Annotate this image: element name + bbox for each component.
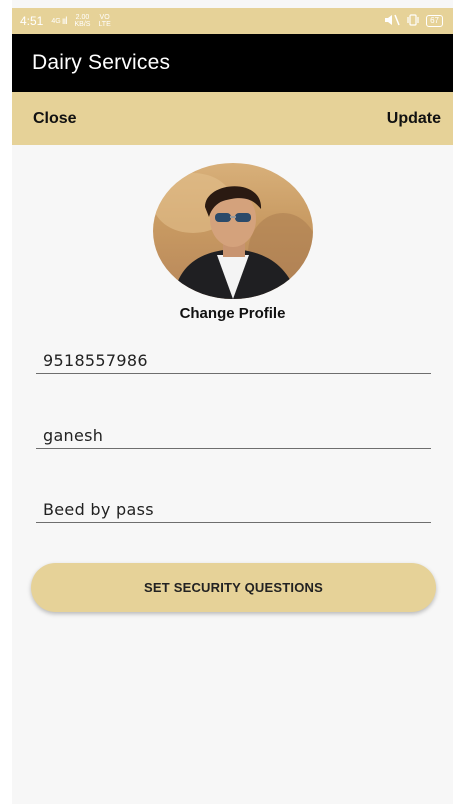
mute-icon (384, 14, 400, 29)
net-speed-unit: KB/S (74, 21, 91, 28)
app-title: Dairy Services (32, 51, 171, 74)
name-field[interactable]: ganesh (36, 421, 431, 449)
action-bar: Close Update (12, 92, 453, 145)
volte-bottom: LTE (98, 21, 111, 28)
volte-top: VO (99, 14, 110, 21)
volte-icon: VO LTE (98, 14, 110, 28)
signal-bars: ııl (61, 15, 68, 27)
phone-field[interactable]: 9518557986 (36, 346, 431, 374)
address-field[interactable]: Beed by pass (36, 495, 431, 523)
status-time: 4:51 (20, 14, 44, 28)
profile-avatar[interactable] (153, 163, 313, 299)
status-right: 67 (384, 13, 443, 29)
vibrate-icon (406, 13, 420, 29)
status-left: 4:51 4G ııl 2.00 KB/S VO LTE (20, 14, 111, 28)
net-speed-value: 2.00 (75, 14, 90, 21)
close-button[interactable]: Close (33, 110, 77, 128)
status-bar: 4:51 4G ııl 2.00 KB/S VO LTE 67 (12, 8, 453, 34)
app-screen: 4:51 4G ııl 2.00 KB/S VO LTE 67 Dairy Se… (12, 0, 453, 804)
battery-icon: 67 (426, 15, 443, 27)
net-speed: 2.00 KB/S (74, 14, 90, 28)
avatar-photo (153, 173, 313, 299)
signal-type: 4G (51, 17, 61, 25)
app-bar: Dairy Services (12, 34, 453, 92)
set-security-questions-label: SET SECURITY QUESTIONS (144, 580, 323, 595)
set-security-questions-button[interactable]: SET SECURITY QUESTIONS (31, 563, 436, 612)
change-profile-link[interactable]: Change Profile (12, 305, 453, 322)
update-button[interactable]: Update (387, 110, 441, 128)
signal-icon: 4G ııl (51, 15, 68, 27)
